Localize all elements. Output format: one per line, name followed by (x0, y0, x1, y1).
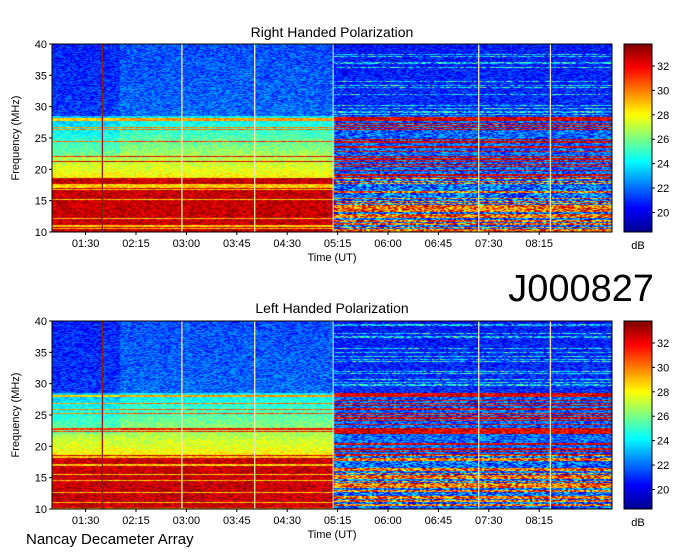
heatmap-image (52, 44, 612, 232)
y-tick-label: 35 (35, 70, 47, 82)
x-tick-label: 05:15 (324, 238, 352, 250)
colorbar-tick-label: 20 (657, 207, 669, 219)
y-tick-label: 20 (35, 164, 47, 176)
x-axis: 01:30 02:15 03:00 03:45 04:30 05:15 06:00 06:45… (72, 232, 553, 250)
x-tick-label: 02:15 (122, 238, 150, 250)
y-tick-label: 35 (35, 347, 47, 359)
colorbar-ticks: 20 22 24 26 28 30 32 (652, 61, 669, 219)
x-tick-label: 04:30 (273, 238, 301, 250)
x-axis: 01:30 02:15 03:00 03:45 04:30 05:15 06:00 06:45… (72, 509, 553, 527)
y-axis-label: Frequency (MHz) (10, 96, 22, 181)
colorbar-tick-label: 26 (657, 411, 669, 423)
heatmap-area (52, 321, 612, 509)
x-tick-label: 04:30 (273, 515, 301, 527)
x-tick-label: 07:30 (475, 238, 503, 250)
x-tick-label: 03:00 (173, 515, 201, 527)
observation-id: J000827 (508, 268, 654, 310)
x-axis-label: Time (UT) (307, 252, 356, 264)
panel-title: Right Handed Polarization (251, 24, 414, 40)
colorbar-tick-label: 28 (657, 387, 669, 399)
x-tick-label: 01:30 (72, 515, 100, 527)
colorbar-tick-label: 26 (657, 134, 669, 146)
y-tick-label: 15 (35, 473, 47, 485)
colorbar-tick-label: 32 (657, 338, 669, 350)
colorbar-tick-label: 30 (657, 85, 669, 97)
colorbar-tick-label: 20 (657, 484, 669, 496)
y-tick-label: 40 (35, 316, 47, 328)
y-axis-label: Frequency (MHz) (10, 373, 22, 458)
colorbar-tick-label: 22 (657, 183, 669, 195)
colorbar-ticks: 20 22 24 26 28 30 32 (652, 338, 669, 496)
y-axis: 10 15 20 25 30 35 40 (35, 316, 52, 516)
colorbar-tick-label: 24 (657, 159, 669, 171)
x-tick-label: 05:15 (324, 515, 352, 527)
y-tick-label: 10 (35, 504, 47, 516)
colorbar-label: dB (631, 240, 644, 252)
x-tick-label: 03:45 (223, 238, 251, 250)
x-tick-label: 06:00 (374, 515, 402, 527)
x-tick-label: 06:45 (425, 515, 453, 527)
colorbar: 20 22 24 26 28 30 32 dB (623, 43, 669, 252)
spectrogram-figure: Right Handed Polarization 10 15 20 25 30 35 40… (10, 24, 669, 548)
x-tick-label: 03:00 (173, 238, 201, 250)
y-tick-label: 30 (35, 102, 47, 114)
colorbar-tick-label: 22 (657, 460, 669, 472)
x-tick-label: 08:15 (525, 238, 553, 250)
heatmap-image (52, 321, 612, 509)
colorbar-tick-label: 32 (657, 61, 669, 73)
y-tick-label: 25 (35, 133, 47, 145)
colorbar: 20 22 24 26 28 30 32 dB (623, 320, 669, 529)
heatmap-area (52, 44, 612, 232)
x-tick-label: 08:15 (525, 515, 553, 527)
instrument-name: Nancay Decameter Array (26, 531, 194, 548)
x-tick-label: 06:00 (374, 238, 402, 250)
colorbar-label: dB (631, 517, 644, 529)
y-axis: 10 15 20 25 30 35 40 (35, 39, 52, 239)
y-tick-label: 25 (35, 410, 47, 422)
panel-right-handed: Right Handed Polarization 10 15 20 25 30 35 40… (10, 24, 669, 264)
x-tick-label: 03:45 (223, 515, 251, 527)
colorbar-tick-label: 28 (657, 110, 669, 122)
y-tick-label: 20 (35, 441, 47, 453)
colorbar-tick-label: 24 (657, 436, 669, 448)
y-tick-label: 30 (35, 379, 47, 391)
x-tick-label: 02:15 (122, 515, 150, 527)
y-tick-label: 15 (35, 196, 47, 208)
colorbar-tick-label: 30 (657, 362, 669, 374)
y-tick-label: 40 (35, 39, 47, 51)
panel-title: Left Handed Polarization (255, 300, 408, 316)
panel-left-handed: Left Handed Polarization 10152025303540 … (10, 300, 669, 541)
colorbar-gradient (624, 44, 652, 232)
colorbar-gradient (624, 321, 652, 509)
x-tick-label: 01:30 (72, 238, 100, 250)
x-tick-label: 07:30 (475, 515, 503, 527)
x-axis-label: Time (UT) (307, 529, 356, 541)
x-tick-label: 06:45 (425, 238, 453, 250)
y-tick-label: 10 (35, 227, 47, 239)
